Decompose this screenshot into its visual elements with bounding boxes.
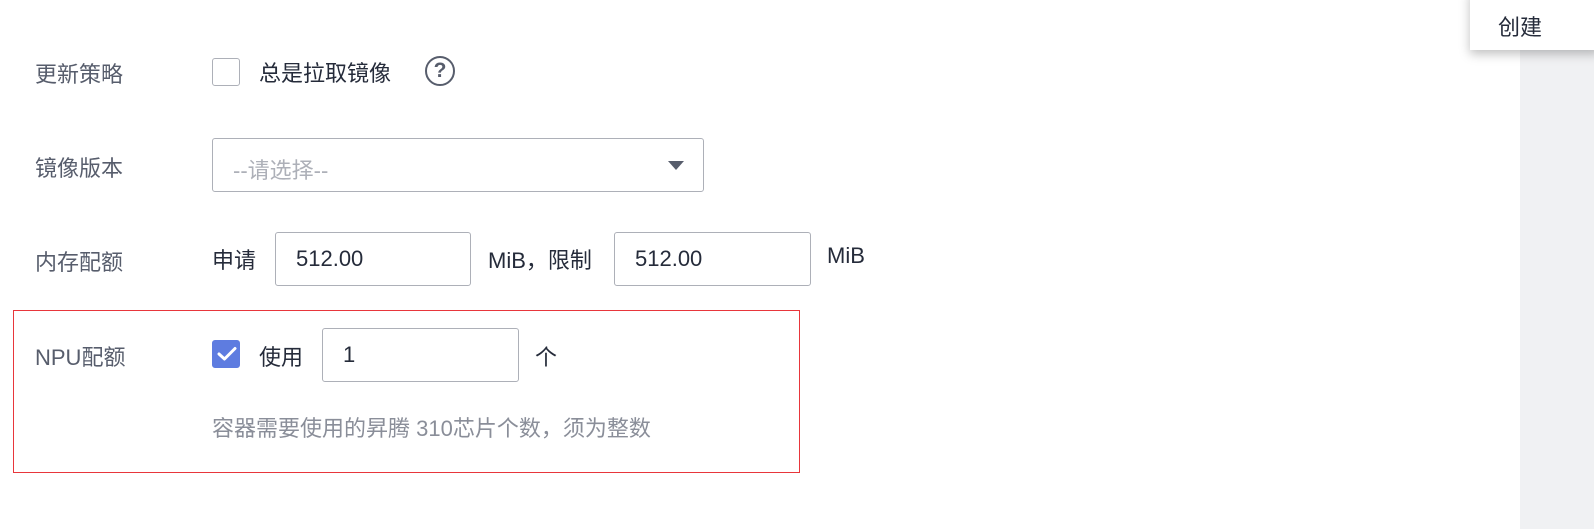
memory-request-prefix: 申请	[212, 248, 257, 273]
image-version-select[interactable]: --请选择--	[212, 138, 704, 192]
create-button[interactable]: 创建	[1470, 0, 1594, 50]
memory-limit-input[interactable]	[614, 232, 811, 286]
caret-down-icon	[668, 161, 684, 170]
question-circle-icon[interactable]: ?	[425, 56, 455, 86]
container-config-form: 创建 更新策略 总是拉取镜像 ? 镜像版本 --请选择-- 内存配额 申请 Mi…	[0, 0, 1594, 529]
checkmark-icon	[217, 347, 237, 361]
right-panel-gutter	[1520, 0, 1594, 529]
memory-limit-prefix: MiB，限制	[488, 248, 592, 273]
npu-use-checkbox[interactable]	[212, 340, 240, 368]
memory-limit-unit: MiB	[827, 243, 865, 268]
npu-hint-text: 容器需要使用的昇腾 310芯片个数，须为整数	[212, 416, 651, 441]
image-version-placeholder: --请选择--	[233, 158, 329, 183]
always-pull-image-label: 总是拉取镜像	[259, 61, 392, 86]
npu-count-input[interactable]	[322, 328, 519, 382]
update-policy-label: 更新策略	[35, 62, 124, 87]
always-pull-image-checkbox[interactable]	[212, 58, 240, 86]
image-version-label: 镜像版本	[35, 156, 124, 181]
npu-use-label: 使用	[259, 345, 304, 370]
memory-quota-label: 内存配额	[35, 250, 124, 275]
npu-quota-label: NPU配额	[35, 345, 126, 370]
npu-unit: 个	[535, 345, 558, 370]
memory-request-input[interactable]	[275, 232, 471, 286]
